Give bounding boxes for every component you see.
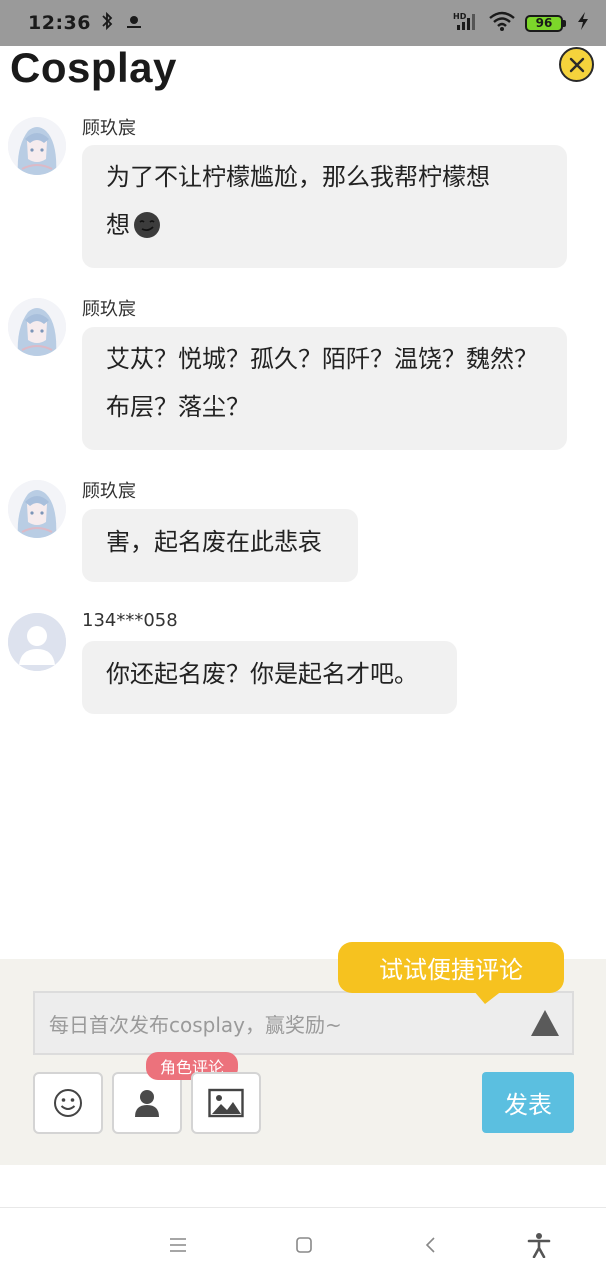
battery-tip: [563, 19, 566, 27]
username: 顾玖宸: [82, 299, 136, 320]
expand-up-icon[interactable]: [530, 1009, 560, 1042]
page-title: Cosplay: [10, 44, 177, 91]
status-right: HD 96: [453, 11, 590, 35]
message-text: 想: [106, 211, 130, 239]
image-button[interactable]: [191, 1072, 261, 1134]
message-line-2: 布层？落尘？: [106, 393, 250, 421]
svg-text:HD: HD: [453, 12, 467, 21]
navigation-bar: [0, 1207, 606, 1280]
post-button[interactable]: 发表: [482, 1072, 574, 1133]
message-line: 你还起名废？你是起名才吧。: [106, 660, 418, 688]
message-bubble: 艾苁？悦城？孤久？陌阡？温饶？魏然？ 布层？落尘？: [82, 327, 567, 450]
close-button[interactable]: [559, 47, 594, 82]
screen: 12:36 HD 96 Cosplay 顾玖宸 为了不让柠檬尴尬，那么我帮柠檬想…: [0, 0, 606, 1280]
user-avatar[interactable]: [8, 480, 66, 538]
message-bubble: 害，起名废在此悲哀: [82, 509, 358, 582]
accessibility-icon[interactable]: [524, 1230, 554, 1260]
status-time: 12:36: [28, 12, 91, 34]
battery-icon: 96: [525, 14, 566, 32]
battery-level: 96: [525, 14, 563, 32]
menu-icon[interactable]: [163, 1230, 193, 1260]
smirk-moon-emoji: [132, 210, 162, 240]
username: 顾玖宸: [82, 481, 136, 502]
app-notification-icon: [123, 11, 145, 35]
user-avatar[interactable]: [8, 117, 66, 175]
message-line-2: 想: [106, 201, 545, 249]
home-icon[interactable]: [289, 1230, 319, 1260]
tooltip-tail: [473, 990, 503, 1004]
charging-icon: [576, 11, 590, 35]
username: 顾玖宸: [82, 118, 136, 139]
status-bar: 12:36 HD 96: [0, 0, 606, 46]
message-line: 艾苁？悦城？孤久？陌阡？温饶？魏然？: [106, 345, 538, 373]
close-icon: [569, 57, 584, 72]
quick-comment-tooltip[interactable]: 试试便捷评论: [338, 942, 564, 993]
role-comment-button[interactable]: [112, 1072, 182, 1134]
username: 134***058: [82, 610, 178, 631]
status-left-icons: [101, 11, 145, 35]
role-icon: [135, 1090, 159, 1117]
image-icon: [208, 1088, 244, 1118]
message-line: 害，起名废在此悲哀: [106, 528, 322, 556]
wifi-icon: [489, 11, 515, 35]
hd-signal-icon: HD: [453, 11, 479, 35]
message-bubble: 你还起名废？你是起名才吧。: [82, 641, 457, 714]
back-icon[interactable]: [416, 1230, 446, 1260]
bluetooth-icon: [101, 11, 113, 35]
emoji-button[interactable]: [33, 1072, 103, 1134]
default-user-avatar[interactable]: [8, 613, 66, 671]
message-line: 为了不让柠檬尴尬，那么我帮柠檬想: [106, 163, 490, 191]
message-bubble: 为了不让柠檬尴尬，那么我帮柠檬想 想: [82, 145, 567, 268]
user-avatar[interactable]: [8, 298, 66, 356]
comment-placeholder: 每日首次发布cosplay，赢奖励~: [49, 1012, 342, 1037]
emoji-icon: [54, 1089, 82, 1117]
